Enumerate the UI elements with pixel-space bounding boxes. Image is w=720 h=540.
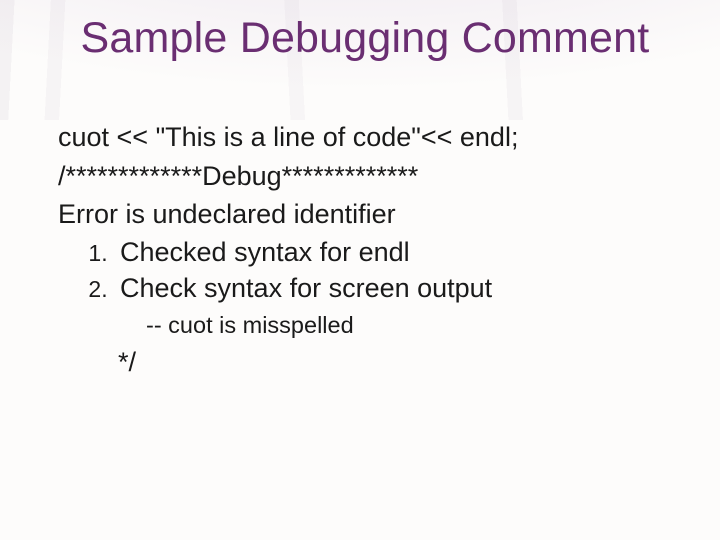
list-item: Check syntax for screen output: [114, 270, 672, 306]
slide-title: Sample Debugging Comment: [58, 14, 672, 63]
steps-list: Checked syntax for endl Check syntax for…: [58, 234, 672, 306]
slide-body: cuot << "This is a line of code"<< endl;…: [58, 119, 672, 380]
sub-note: -- cuot is misspelled: [146, 310, 672, 341]
list-item: Checked syntax for endl: [114, 234, 672, 270]
comment-open-line: /*************Debug*************: [58, 158, 672, 194]
code-line-1: cuot << "This is a line of code"<< endl;: [58, 119, 672, 155]
error-line: Error is undeclared identifier: [58, 196, 672, 232]
slide: Sample Debugging Comment cuot << "This i…: [0, 0, 720, 540]
comment-close-line: */: [118, 344, 672, 380]
